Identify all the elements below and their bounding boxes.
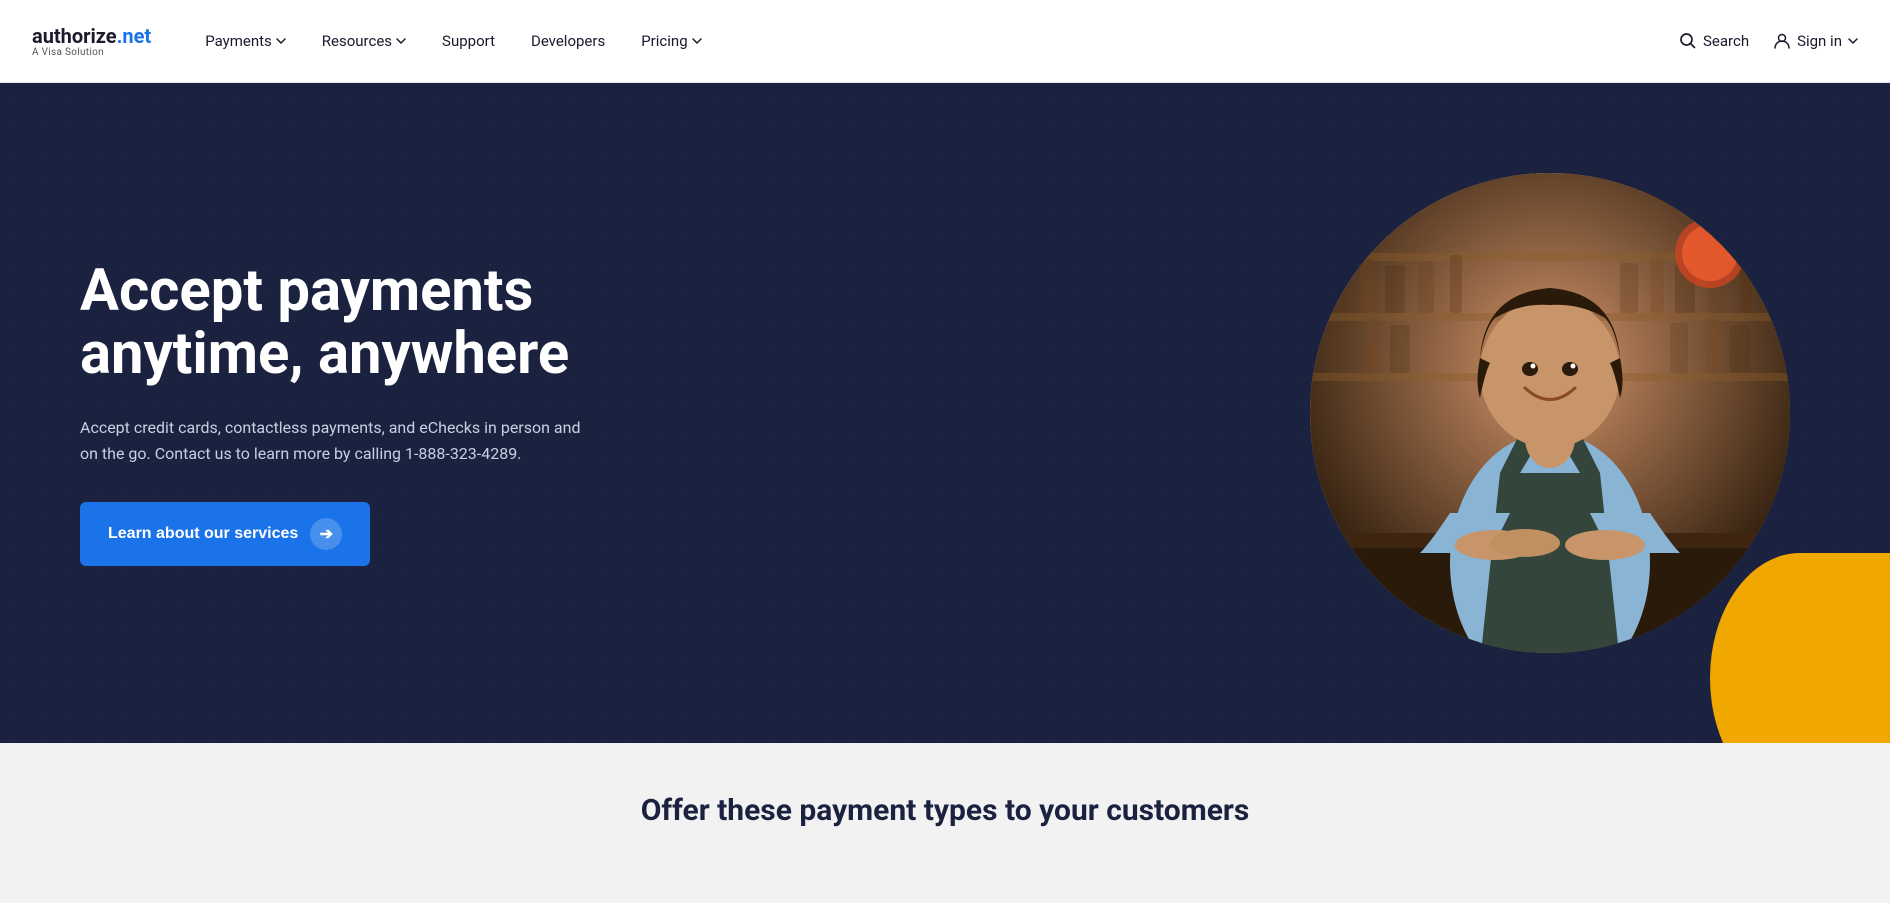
bottom-section: Offer these payment types to your custom… [0,743,1890,903]
search-icon [1679,32,1697,50]
nav-item-developers[interactable]: Developers [517,24,619,58]
arrow-right-icon: ➔ [310,518,342,550]
chevron-down-icon [396,36,406,46]
hero-content: Accept payments anytime, anywhere Accept… [80,260,700,567]
hero-title: Accept payments anytime, anywhere [80,260,700,388]
search-button[interactable]: Search [1679,32,1749,50]
person-illustration [1310,173,1790,653]
learn-services-button[interactable]: Learn about our services ➔ [80,502,370,566]
nav-item-payments[interactable]: Payments [191,24,300,58]
hero-image-area [1310,173,1790,653]
hero-description: Accept credit cards, contactless payment… [80,415,600,466]
nav-right: Search Sign in [1679,32,1858,50]
brand-name: authorize.net [32,25,151,47]
brand-net: net [122,24,151,48]
brand-tagline: A Visa Solution [32,47,151,58]
navigation: authorize.net A Visa Solution Payments R… [0,0,1890,83]
payment-types-title: Offer these payment types to your custom… [40,793,1850,828]
brand-logo[interactable]: authorize.net A Visa Solution [32,25,151,58]
hero-section: Accept payments anytime, anywhere Accept… [0,83,1890,743]
signin-button[interactable]: Sign in [1773,32,1858,50]
chevron-down-icon [692,36,702,46]
nav-item-pricing[interactable]: Pricing [627,24,715,58]
user-icon [1773,32,1791,50]
chevron-down-icon [1848,36,1858,46]
hero-portrait-circle [1310,173,1790,653]
nav-item-resources[interactable]: Resources [308,24,420,58]
brand-authorize: authorize [32,24,117,48]
chevron-down-icon [276,36,286,46]
nav-links: Payments Resources Support Developers Pr… [191,24,1679,58]
nav-item-support[interactable]: Support [428,24,509,58]
